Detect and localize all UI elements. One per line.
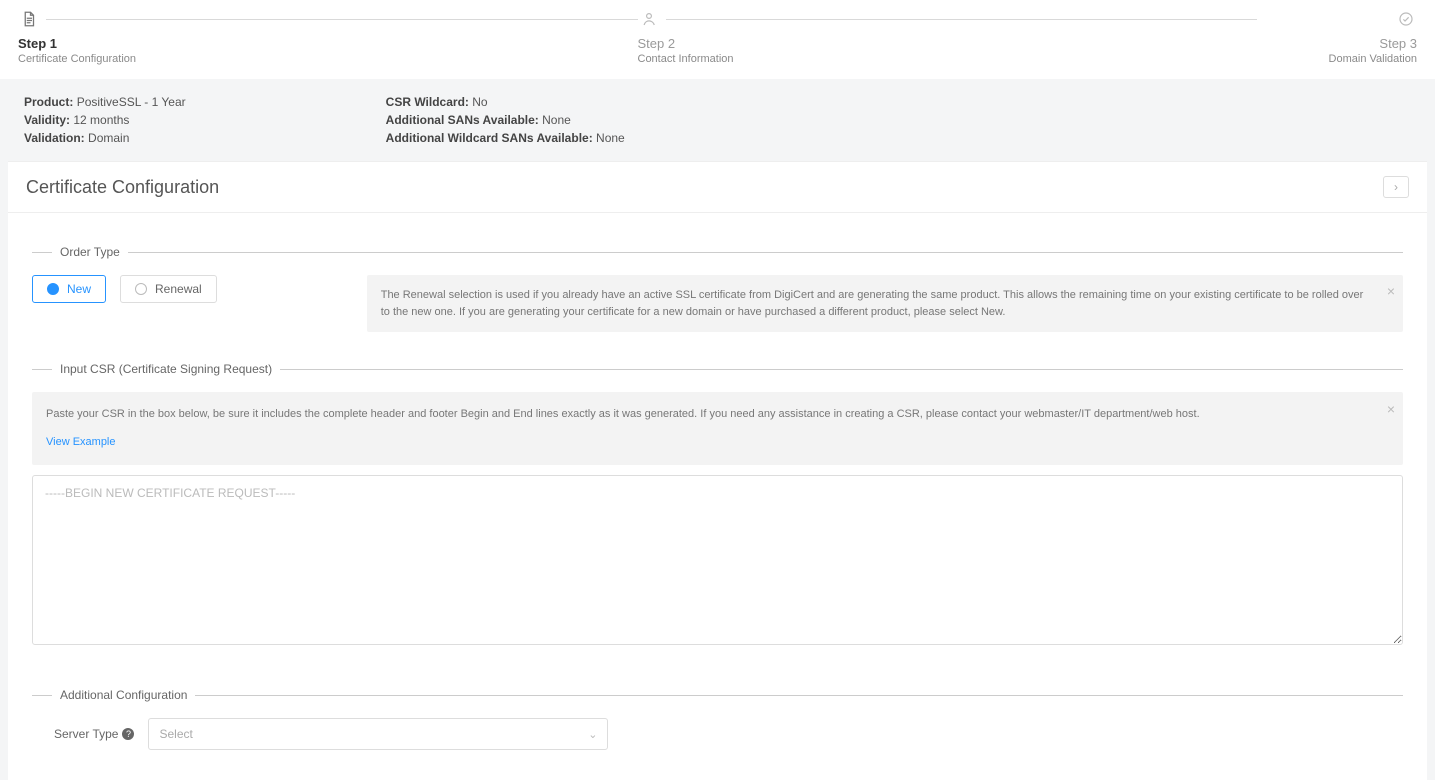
- wizard-step-2: Step 2 Contact Information: [638, 8, 1258, 65]
- divider: [32, 252, 52, 253]
- wizard-step-label: Step 1: [18, 36, 638, 51]
- check-icon: [1395, 8, 1417, 30]
- section-title: Additional Configuration: [60, 688, 187, 702]
- label-wildcard: CSR Wildcard:: [386, 95, 469, 109]
- divider: [195, 695, 1403, 696]
- wizard-step-sublabel: Domain Validation: [1257, 53, 1417, 65]
- wizard-connector: [666, 19, 1258, 20]
- order-type-row: New Renewal × The Renewal selection is u…: [32, 275, 1403, 332]
- value-validation: Domain: [88, 131, 129, 145]
- server-type-label: Server Type ?: [54, 727, 134, 741]
- order-type-renewal[interactable]: Renewal: [120, 275, 217, 303]
- csr-instruction-box: × Paste your CSR in the box below, be su…: [32, 392, 1403, 465]
- document-icon: [18, 8, 40, 30]
- divider: [280, 369, 1403, 370]
- section-csr-head: Input CSR (Certificate Signing Request): [32, 362, 1403, 376]
- server-type-select[interactable]: Select ⌄: [148, 718, 608, 750]
- label-wsans: Additional Wildcard SANs Available:: [386, 131, 593, 145]
- value-wsans: None: [596, 131, 625, 145]
- help-icon[interactable]: ?: [122, 728, 134, 740]
- panel-next-button[interactable]: ›: [1383, 176, 1409, 198]
- wizard-bar: Step 1 Certificate Configuration Step 2 …: [0, 0, 1435, 79]
- section-order-type-head: Order Type: [32, 245, 1403, 259]
- close-icon[interactable]: ×: [1387, 398, 1395, 420]
- divider: [128, 252, 1403, 253]
- wizard-step-label: Step 2: [638, 36, 1258, 51]
- renewal-info-text: The Renewal selection is used if you alr…: [381, 289, 1364, 318]
- section-title: Order Type: [60, 245, 120, 259]
- config-panel: Certificate Configuration › Order Type N…: [8, 161, 1427, 780]
- summary-left: Product: PositiveSSL - 1 Year Validity: …: [24, 93, 186, 147]
- csr-instruction-text: Paste your CSR in the box below, be sure…: [46, 408, 1200, 420]
- divider: [32, 695, 52, 696]
- wizard-step-3: Step 3 Domain Validation: [1257, 8, 1417, 65]
- radio-label: New: [67, 282, 91, 296]
- csr-input[interactable]: [32, 475, 1403, 645]
- wizard-step-1: Step 1 Certificate Configuration: [18, 8, 638, 65]
- value-validity: 12 months: [73, 113, 129, 127]
- order-type-new[interactable]: New: [32, 275, 106, 303]
- value-product: PositiveSSL - 1 Year: [77, 95, 186, 109]
- summary-strip: Product: PositiveSSL - 1 Year Validity: …: [0, 79, 1435, 161]
- close-icon[interactable]: ×: [1387, 281, 1395, 302]
- panel-header: Certificate Configuration ›: [8, 162, 1427, 213]
- person-icon: [638, 8, 660, 30]
- wizard-step-sublabel: Certificate Configuration: [18, 53, 638, 65]
- label-validation: Validation:: [24, 131, 85, 145]
- wizard-step-sublabel: Contact Information: [638, 53, 1258, 65]
- chevron-right-icon: ›: [1394, 180, 1398, 194]
- radio-label: Renewal: [155, 282, 202, 296]
- wizard-step-label: Step 3: [1257, 36, 1417, 51]
- label-product: Product:: [24, 95, 73, 109]
- view-example-link[interactable]: View Example: [46, 434, 116, 452]
- select-placeholder: Select: [159, 727, 192, 741]
- section-title: Input CSR (Certificate Signing Request): [60, 362, 272, 376]
- renewal-info-box: × The Renewal selection is used if you a…: [367, 275, 1403, 332]
- radio-dot-icon: [135, 283, 147, 295]
- panel-title: Certificate Configuration: [26, 177, 219, 198]
- value-wildcard: No: [472, 95, 487, 109]
- label-sans: Additional SANs Available:: [386, 113, 539, 127]
- summary-right: CSR Wildcard: No Additional SANs Availab…: [386, 93, 625, 147]
- chevron-down-icon: ⌄: [588, 728, 597, 741]
- wizard-connector: [46, 19, 638, 20]
- field-label-text: Server Type: [54, 727, 118, 741]
- radio-dot-icon: [47, 283, 59, 295]
- value-sans: None: [542, 113, 571, 127]
- server-type-row: Server Type ? Select ⌄: [32, 718, 1403, 750]
- panel-body: Order Type New Renewal × The Renewal sel…: [8, 213, 1427, 780]
- label-validity: Validity:: [24, 113, 70, 127]
- section-addl-head: Additional Configuration: [32, 688, 1403, 702]
- divider: [32, 369, 52, 370]
